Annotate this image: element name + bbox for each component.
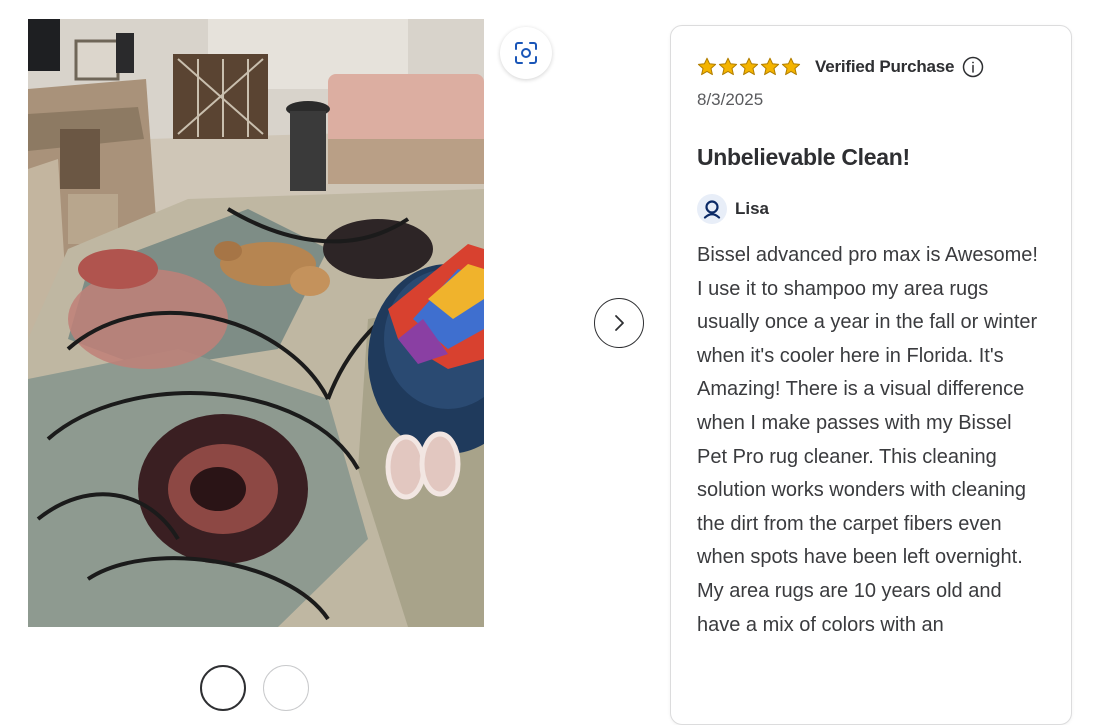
review-photo[interactable] (28, 19, 484, 627)
carousel-dot[interactable] (263, 665, 309, 711)
review-card: Verified Purchase 8/3/2025 Unbelievable … (670, 25, 1072, 725)
star-rating (697, 57, 801, 77)
star-icon (697, 57, 717, 77)
rating-row: Verified Purchase (697, 56, 984, 78)
star-icon (739, 57, 759, 77)
chevron-right-icon (611, 313, 627, 333)
review-date: 8/3/2025 (697, 90, 764, 109)
star-icon (760, 57, 780, 77)
review-body: Bissel advanced pro max is Awesome! I us… (697, 244, 1038, 636)
star-icon (718, 57, 738, 77)
info-icon[interactable] (962, 56, 984, 78)
next-review-button[interactable] (594, 298, 644, 348)
visual-search-icon (512, 39, 540, 67)
review-author: Lisa (697, 194, 769, 224)
visual-search-button[interactable] (500, 27, 552, 79)
user-icon (702, 199, 722, 219)
review-title: Unbelievable Clean! (697, 144, 910, 170)
verified-purchase-label: Verified Purchase (815, 57, 955, 76)
author-name: Lisa (735, 199, 770, 218)
avatar (697, 194, 727, 224)
star-icon (781, 57, 801, 77)
carousel-dot-active[interactable] (200, 665, 246, 711)
